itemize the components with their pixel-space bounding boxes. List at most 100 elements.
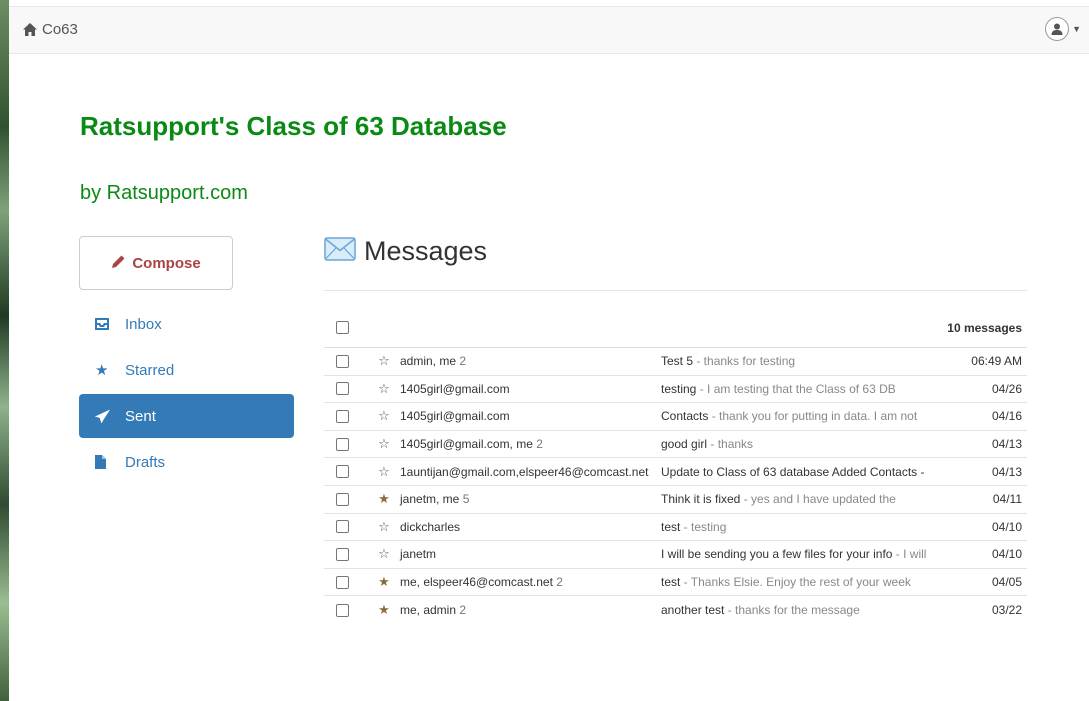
nav-item-inbox[interactable]: Inbox	[79, 302, 294, 346]
messages-title: Messages	[364, 236, 488, 266]
from-text: 1405girl@gmail.com, me	[400, 437, 533, 452]
row-checkbox[interactable]	[336, 520, 349, 534]
message-from: janetm	[397, 547, 659, 561]
message-from: 1405girl@gmail.com, me 2	[397, 437, 659, 451]
top-navbar: Co63 ▼	[9, 6, 1089, 54]
star-outline-icon[interactable]: ☆	[371, 436, 397, 452]
star-outline-icon[interactable]: ☆	[371, 519, 397, 535]
from-text: dickcharles	[400, 519, 461, 534]
subject-text: Think it is fixed	[661, 492, 741, 507]
page-subtitle: by Ratsupport.com	[80, 182, 248, 204]
nav-item-label: Sent	[125, 407, 156, 425]
message-count: 10 messages	[947, 320, 1022, 335]
message-from: me, elspeer46@comcast.net 2	[397, 575, 659, 589]
star-outline-icon[interactable]: ☆	[371, 408, 397, 424]
from-text: 1auntijan@gmail.com,elspeer46@comcast.ne…	[400, 464, 649, 479]
star-outline-icon[interactable]: ☆	[371, 353, 397, 369]
thread-count: 2	[556, 575, 563, 590]
row-checkbox[interactable]	[336, 492, 349, 506]
message-row[interactable]: ☆ 1auntijan@gmail.com,elspeer46@comcast.…	[324, 458, 1027, 486]
nav-item-drafts[interactable]: Drafts	[79, 440, 294, 484]
message-subject: test - testing	[659, 520, 939, 534]
row-checkbox[interactable]	[336, 603, 349, 617]
compose-label: Compose	[132, 254, 201, 272]
message-from: janetm, me 5	[397, 492, 659, 506]
message-subject: testing - I am testing that the Class of…	[659, 382, 939, 396]
message-date: 04/11	[992, 492, 1022, 507]
message-row[interactable]: ☆ 1405girl@gmail.com testing - I am test…	[324, 376, 1027, 404]
row-checkbox[interactable]	[336, 354, 349, 368]
nav-item-label: Inbox	[125, 315, 162, 333]
send-icon	[95, 409, 125, 423]
row-checkbox[interactable]	[336, 437, 349, 451]
message-date: 04/13	[991, 464, 1022, 479]
mail-nav: Inbox ★ Starred Sent Drafts	[79, 302, 294, 486]
message-from: 1405girl@gmail.com	[397, 409, 659, 423]
message-from: dickcharles	[397, 520, 659, 534]
thread-count: 2	[459, 603, 467, 618]
compose-button[interactable]: Compose	[79, 236, 233, 290]
from-text: 1405girl@gmail.com	[400, 381, 510, 396]
divider	[324, 290, 1027, 291]
preview-text: - I am testing that the Class of 63 DB	[696, 381, 896, 396]
row-checkbox[interactable]	[336, 409, 349, 423]
left-edge-strip	[0, 0, 9, 701]
row-checkbox[interactable]	[336, 547, 349, 561]
message-subject: test - Thanks Elsie. Enjoy the rest of y…	[659, 575, 939, 589]
from-text: janetm	[400, 547, 437, 562]
star-filled-icon[interactable]: ★	[371, 574, 397, 590]
select-all-checkbox[interactable]	[336, 321, 349, 334]
message-date: 04/26	[991, 381, 1022, 396]
star-outline-icon[interactable]: ☆	[371, 464, 397, 480]
preview-text: - thanks	[707, 437, 754, 452]
message-from: me, admin 2	[397, 603, 659, 617]
from-text: admin, me	[400, 354, 457, 369]
preview-text: - I will	[892, 547, 927, 562]
message-subject: I will be sending you a few files for yo…	[659, 547, 939, 561]
nav-item-sent[interactable]: Sent	[79, 394, 294, 438]
star-outline-icon[interactable]: ☆	[371, 381, 397, 397]
star-icon: ★	[95, 362, 109, 379]
preview-text: - thanks for testing	[693, 354, 796, 369]
message-row[interactable]: ☆ janetm I will be sending you a few fil…	[324, 541, 1027, 569]
message-row[interactable]: ☆ dickcharles test - testing 04/10	[324, 514, 1027, 542]
nav-item-starred[interactable]: ★ Starred	[79, 348, 294, 392]
subject-text: Test 5	[661, 354, 694, 369]
star-filled-icon[interactable]: ★	[371, 491, 397, 507]
thread-count: 2	[459, 354, 467, 369]
subject-text: I will be sending you a few files for yo…	[661, 547, 893, 562]
message-date: 04/10	[991, 519, 1022, 534]
message-row[interactable]: ★ me, elspeer46@comcast.net 2 test - Tha…	[324, 569, 1027, 597]
thread-count: 5	[462, 492, 470, 507]
message-row[interactable]: ★ janetm, me 5 Think it is fixed - yes a…	[324, 486, 1027, 514]
brand-label: Co63	[42, 21, 78, 38]
message-row[interactable]: ☆ 1405girl@gmail.com, me 2 good girl - t…	[324, 431, 1027, 459]
user-menu[interactable]: ▼	[1045, 17, 1081, 41]
message-subject: another test - thanks for the message	[659, 603, 939, 617]
subject-text: test	[661, 519, 681, 534]
message-subject: good girl - thanks	[659, 437, 939, 451]
row-checkbox[interactable]	[336, 575, 349, 589]
caret-down-icon: ▼	[1072, 24, 1081, 34]
message-row[interactable]: ☆ admin, me 2 Test 5 - thanks for testin…	[324, 348, 1027, 376]
subject-text: Contacts	[661, 409, 709, 424]
star-filled-icon[interactable]: ★	[371, 602, 397, 618]
subject-text: test	[661, 575, 681, 590]
message-from: admin, me 2	[397, 354, 659, 368]
from-text: janetm, me	[400, 492, 460, 507]
message-row[interactable]: ★ me, admin 2 another test - thanks for …	[324, 596, 1027, 624]
brand-link[interactable]: Co63	[23, 21, 78, 38]
message-subject: Test 5 - thanks for testing	[659, 354, 939, 368]
row-checkbox[interactable]	[336, 382, 349, 396]
preview-text: - yes and I have updated the	[740, 492, 896, 507]
file-icon	[95, 455, 125, 469]
message-subject: Contacts - thank you for putting in data…	[659, 409, 939, 423]
message-subject: Think it is fixed - yes and I have updat…	[659, 492, 939, 506]
message-date: 04/16	[991, 409, 1022, 424]
message-from: 1405girl@gmail.com	[397, 382, 659, 396]
nav-item-label: Drafts	[125, 453, 166, 471]
message-row[interactable]: ☆ 1405girl@gmail.com Contacts - thank yo…	[324, 403, 1027, 431]
star-outline-icon[interactable]: ☆	[371, 546, 397, 562]
inbox-icon	[95, 318, 125, 330]
row-checkbox[interactable]	[336, 465, 349, 479]
